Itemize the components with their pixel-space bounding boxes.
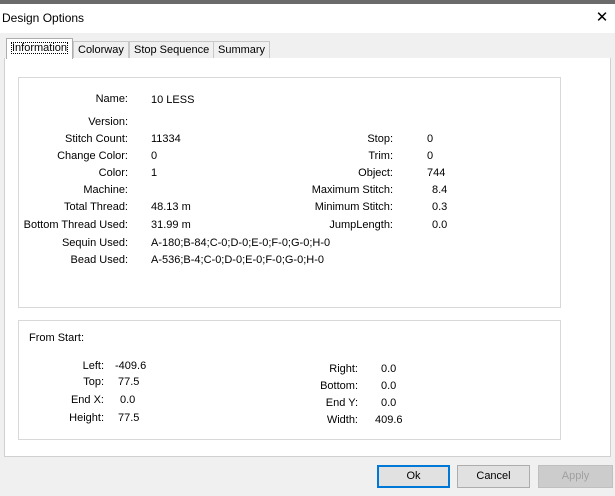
close-icon[interactable]: ✕ xyxy=(590,7,614,29)
top-label: Top: xyxy=(83,376,104,388)
window-title: Design Options xyxy=(2,11,85,25)
end-x-label: End X: xyxy=(70,394,104,406)
trim-label: Trim: xyxy=(368,150,393,162)
end-y-value: 0.0 xyxy=(381,397,397,409)
total-thread-value: 48.13 m xyxy=(151,201,191,213)
bead-label: Bead Used: xyxy=(70,254,128,266)
sequin-value: A-180;B-84;C-0;D-0;E-0;F-0;G-0;H-0 xyxy=(151,237,331,249)
from-start-heading: From Start: xyxy=(29,332,85,344)
end-x-value: 0.0 xyxy=(120,394,136,406)
stop-value: 0 xyxy=(427,133,434,145)
change-color-label: Change Color: xyxy=(57,150,128,162)
change-color-value: 0 xyxy=(151,150,158,162)
name-value: 10 LESS xyxy=(151,94,195,106)
stop-label: Stop: xyxy=(367,133,393,145)
title-bar: Design Options ✕ xyxy=(0,4,615,33)
ok-button[interactable]: Ok xyxy=(377,465,450,488)
max-stitch-label: Maximum Stitch: xyxy=(311,184,393,196)
color-label: Color: xyxy=(98,167,128,179)
tab-information[interactable]: Information xyxy=(6,38,74,59)
height-value: 77.5 xyxy=(118,412,140,424)
bottom-value: 0.0 xyxy=(381,380,397,392)
jump-length-label: JumpLength: xyxy=(329,219,393,231)
height-label: Height: xyxy=(69,412,104,424)
width-label: Width: xyxy=(326,414,358,426)
tab-summary-label: Summary xyxy=(218,44,266,56)
bead-value: A-536;B-4;C-0;D-0;E-0;F-0;G-0;H-0 xyxy=(151,254,324,266)
end-y-label: End Y: xyxy=(325,397,358,409)
min-stitch-label: Minimum Stitch: xyxy=(314,201,393,213)
tab-colorway[interactable]: Colorway xyxy=(73,41,129,58)
object-label: Object: xyxy=(358,167,393,179)
color-value: 1 xyxy=(151,167,158,179)
right-value: 0.0 xyxy=(381,363,397,375)
left-value: -409.6 xyxy=(115,360,147,372)
apply-button[interactable]: Apply xyxy=(538,465,613,488)
tab-stop-sequence-label: Stop Sequence xyxy=(134,44,210,56)
bottom-thread-label: Bottom Thread Used: xyxy=(23,219,128,231)
right-label: Right: xyxy=(329,363,358,375)
left-label: Left: xyxy=(82,360,104,372)
tab-stop-sequence[interactable]: Stop Sequence xyxy=(129,41,215,58)
object-value: 744 xyxy=(427,167,446,179)
jump-length-value: 0.0 xyxy=(432,219,448,231)
trim-value: 0 xyxy=(427,150,434,162)
name-label: Name: xyxy=(95,93,128,105)
machine-label: Machine: xyxy=(83,184,128,196)
sequin-label: Sequin Used: xyxy=(61,237,128,249)
cancel-button[interactable]: Cancel xyxy=(457,465,530,488)
max-stitch-value: 8.4 xyxy=(432,184,448,196)
stitch-count-label: Stitch Count: xyxy=(65,133,128,145)
tab-summary[interactable]: Summary xyxy=(213,41,271,58)
stitch-count-value: 11334 xyxy=(151,133,181,145)
bottom-thread-value: 31.99 m xyxy=(151,219,191,231)
bottom-label: Bottom: xyxy=(320,380,358,392)
top-value: 77.5 xyxy=(118,376,140,388)
min-stitch-value: 0.3 xyxy=(432,201,448,213)
total-thread-label: Total Thread: xyxy=(63,201,128,213)
tab-information-label: Information xyxy=(11,42,69,54)
width-value: 409.6 xyxy=(375,414,403,426)
version-label: Version: xyxy=(88,116,128,128)
tab-colorway-label: Colorway xyxy=(78,44,124,56)
